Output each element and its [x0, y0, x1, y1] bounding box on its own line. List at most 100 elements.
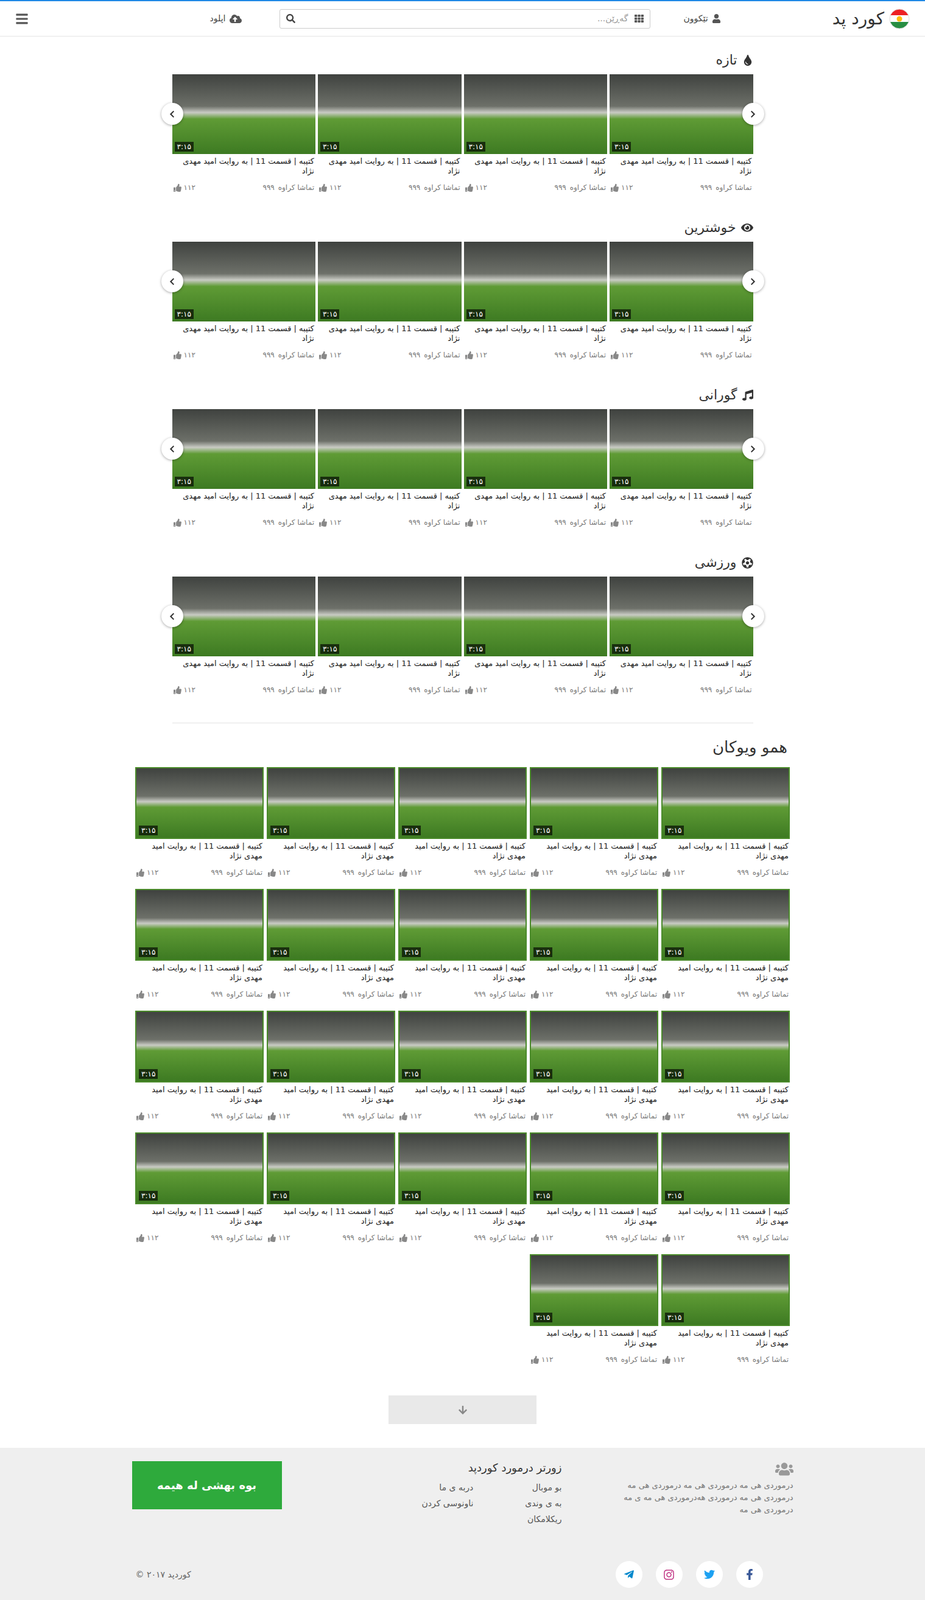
- carousel-prev-button[interactable]: [161, 605, 184, 628]
- video-thumbnail[interactable]: ۳:۱۵: [609, 576, 754, 657]
- video-title[interactable]: کتیبه | قسمت 11 | به روایت امید مهدی نژا…: [661, 841, 790, 863]
- video-card[interactable]: ۳:۱۵کتیبه | قسمت 11 | به روایت امید مهدی…: [135, 1010, 264, 1122]
- video-card[interactable]: ۳:۱۵کتیبه | قسمت 11 | به روایت امید مهدی…: [464, 576, 608, 696]
- video-card[interactable]: ۳:۱۵کتیبه | قسمت 11 | به روایت امید مهدی…: [172, 409, 317, 528]
- video-thumbnail[interactable]: ۳:۱۵: [661, 1132, 790, 1205]
- like-count[interactable]: ۱۱۲: [173, 182, 196, 194]
- video-title[interactable]: کتیبه | قسمت 11 | به روایت امید مهدی نژا…: [266, 963, 396, 985]
- like-count[interactable]: ۱۱۲: [319, 684, 342, 696]
- like-count[interactable]: ۱۱۲: [610, 182, 633, 194]
- video-title[interactable]: کتیبه | قسمت 11 | به روایت امید مهدی نژا…: [464, 658, 608, 680]
- video-thumbnail[interactable]: ۳:۱۵: [172, 576, 317, 657]
- video-thumbnail[interactable]: ۳:۱۵: [661, 1010, 790, 1083]
- video-card[interactable]: ۳:۱۵کتیبه | قسمت 11 | به روایت امید مهدی…: [661, 889, 790, 1000]
- like-count[interactable]: ۱۱۲: [399, 988, 422, 1000]
- video-thumbnail[interactable]: ۳:۱۵: [529, 1254, 659, 1327]
- video-title[interactable]: کتیبه | قسمت 11 | به روایت امید مهدی نژا…: [464, 491, 608, 513]
- video-thumbnail[interactable]: ۳:۱۵: [266, 889, 396, 961]
- like-count[interactable]: ۱۱۲: [465, 684, 488, 696]
- video-thumbnail[interactable]: ۳:۱۵: [172, 241, 317, 322]
- video-title[interactable]: کتیبه | قسمت 11 | به روایت امید مهدی نژا…: [661, 1085, 790, 1106]
- video-thumbnail[interactable]: ۳:۱۵: [317, 576, 462, 657]
- video-title[interactable]: کتیبه | قسمت 11 | به روایت امید مهدی نژا…: [464, 323, 608, 345]
- video-title[interactable]: کتیبه | قسمت 11 | به روایت امید مهدی نژا…: [317, 156, 462, 178]
- like-count[interactable]: ۱۱۲: [662, 867, 685, 879]
- like-count[interactable]: ۱۱۲: [136, 988, 159, 1000]
- video-card[interactable]: ۳:۱۵کتیبه | قسمت 11 | به روایت امید مهدی…: [398, 767, 527, 879]
- like-count[interactable]: ۱۱۲: [465, 349, 488, 361]
- video-title[interactable]: کتیبه | قسمت 11 | به روایت امید مهدی نژا…: [266, 1085, 396, 1106]
- video-card[interactable]: ۳:۱۵کتیبه | قسمت 11 | به روایت امید مهدی…: [317, 576, 462, 696]
- video-card[interactable]: ۳:۱۵کتیبه | قسمت 11 | به روایت امید مهدی…: [529, 889, 659, 1000]
- video-card[interactable]: ۳:۱۵کتیبه | قسمت 11 | به روایت امید مهدی…: [266, 1010, 396, 1122]
- video-title[interactable]: کتیبه | قسمت 11 | به روایت امید مهدی نژا…: [172, 156, 317, 178]
- video-card[interactable]: ۳:۱۵کتیبه | قسمت 11 | به روایت امید مهدی…: [172, 74, 317, 194]
- video-card[interactable]: ۳:۱۵کتیبه | قسمت 11 | به روایت امید مهدی…: [317, 74, 462, 194]
- join-button[interactable]: بوە بهشی لە هیمە: [132, 1461, 282, 1510]
- like-count[interactable]: ۱۱۲: [267, 1110, 290, 1122]
- video-thumbnail[interactable]: ۳:۱۵: [464, 409, 608, 489]
- video-thumbnail[interactable]: ۳:۱۵: [135, 1010, 264, 1083]
- video-thumbnail[interactable]: ۳:۱۵: [661, 767, 790, 840]
- menu-icon[interactable]: [15, 12, 29, 26]
- video-card[interactable]: ۳:۱۵کتیبه | قسمت 11 | به روایت امید مهدی…: [135, 889, 264, 1000]
- video-thumbnail[interactable]: ۳:۱۵: [529, 767, 659, 840]
- like-count[interactable]: ۱۱۲: [136, 1232, 159, 1244]
- like-count[interactable]: ۱۱۲: [662, 1232, 685, 1244]
- like-count[interactable]: ۱۱۲: [136, 867, 159, 879]
- video-title[interactable]: کتیبه | قسمت 11 | به روایت امید مهدی نژا…: [135, 1085, 264, 1106]
- login-link[interactable]: تێکوون: [683, 12, 722, 25]
- like-count[interactable]: ۱۱۲: [173, 517, 196, 528]
- video-card[interactable]: ۳:۱۵کتیبه | قسمت 11 | به روایت امید مهدی…: [464, 74, 608, 194]
- video-card[interactable]: ۳:۱۵کتیبه | قسمت 11 | به روایت امید مهدی…: [464, 409, 608, 528]
- video-thumbnail[interactable]: ۳:۱۵: [317, 74, 462, 155]
- video-title[interactable]: کتیبه | قسمت 11 | به روایت امید مهدی نژا…: [609, 658, 754, 680]
- upload-link[interactable]: اپلود: [210, 12, 242, 25]
- video-title[interactable]: کتیبه | قسمت 11 | به روایت امید مهدی نژا…: [529, 1328, 659, 1350]
- logo[interactable]: کورد پد: [832, 8, 910, 30]
- instagram-button[interactable]: [655, 1561, 683, 1589]
- video-card[interactable]: ۳:۱۵کتیبه | قسمت 11 | به روایت امید مهدی…: [398, 1132, 527, 1244]
- video-card[interactable]: ۳:۱۵کتیبه | قسمت 11 | به روایت امید مهدی…: [317, 241, 462, 361]
- like-count[interactable]: ۱۱۲: [531, 988, 553, 1000]
- video-card[interactable]: ۳:۱۵کتیبه | قسمت 11 | به روایت امید مهدی…: [661, 767, 790, 879]
- video-card[interactable]: ۳:۱۵کتیبه | قسمت 11 | به روایت امید مهدی…: [172, 576, 317, 696]
- video-card[interactable]: ۳:۱۵کتیبه | قسمت 11 | به روایت امید مهدی…: [609, 576, 754, 696]
- like-count[interactable]: ۱۱۲: [662, 1110, 685, 1122]
- video-card[interactable]: ۳:۱۵کتیبه | قسمت 11 | به روایت امید مهدی…: [529, 1010, 659, 1122]
- video-title[interactable]: کتیبه | قسمت 11 | به روایت امید مهدی نژا…: [172, 658, 317, 680]
- video-thumbnail[interactable]: ۳:۱۵: [609, 74, 754, 155]
- video-title[interactable]: کتیبه | قسمت 11 | به روایت امید مهدی نژا…: [398, 1206, 527, 1228]
- carousel-next-button[interactable]: [742, 102, 765, 125]
- like-count[interactable]: ۱۱۲: [610, 517, 633, 528]
- section-title[interactable]: ورزشی: [172, 553, 754, 572]
- search-icon[interactable]: [286, 14, 296, 24]
- footer-link[interactable]: به ی وندی: [524, 1495, 562, 1512]
- twitter-button[interactable]: [696, 1561, 723, 1589]
- section-title[interactable]: گورانی: [172, 386, 754, 405]
- video-thumbnail[interactable]: ۳:۱۵: [317, 241, 462, 322]
- video-thumbnail[interactable]: ۳:۱۵: [398, 1010, 527, 1083]
- video-title[interactable]: کتیبه | قسمت 11 | به روایت امید مهدی نژا…: [661, 1328, 790, 1350]
- video-title[interactable]: کتیبه | قسمت 11 | به روایت امید مهدی نژا…: [529, 963, 659, 985]
- video-thumbnail[interactable]: ۳:۱۵: [529, 889, 659, 961]
- video-card[interactable]: ۳:۱۵کتیبه | قسمت 11 | به روایت امید مهدی…: [398, 889, 527, 1000]
- video-title[interactable]: کتیبه | قسمت 11 | به روایت امید مهدی نژا…: [661, 963, 790, 985]
- video-title[interactable]: کتیبه | قسمت 11 | به روایت امید مهدی نژا…: [398, 1085, 527, 1106]
- section-title[interactable]: خوشترین: [172, 218, 754, 237]
- footer-link[interactable]: بو موبال: [524, 1479, 562, 1496]
- video-thumbnail[interactable]: ۳:۱۵: [398, 767, 527, 840]
- video-card[interactable]: ۳:۱۵کتیبه | قسمت 11 | به روایت امید مهدی…: [529, 1254, 659, 1366]
- video-thumbnail[interactable]: ۳:۱۵: [609, 409, 754, 489]
- like-count[interactable]: ۱۱۲: [465, 517, 488, 528]
- video-card[interactable]: ۳:۱۵کتیبه | قسمت 11 | به روایت امید مهدی…: [135, 1132, 264, 1244]
- video-thumbnail[interactable]: ۳:۱۵: [464, 576, 608, 657]
- like-count[interactable]: ۱۱۲: [319, 182, 342, 194]
- video-thumbnail[interactable]: ۳:۱۵: [135, 1132, 264, 1205]
- video-thumbnail[interactable]: ۳:۱۵: [317, 409, 462, 489]
- search-input[interactable]: [301, 12, 629, 25]
- like-count[interactable]: ۱۱۲: [531, 1110, 553, 1122]
- video-thumbnail[interactable]: ۳:۱۵: [135, 889, 264, 961]
- like-count[interactable]: ۱۱۲: [610, 349, 633, 361]
- video-card[interactable]: ۳:۱۵کتیبه | قسمت 11 | به روایت امید مهدی…: [317, 409, 462, 528]
